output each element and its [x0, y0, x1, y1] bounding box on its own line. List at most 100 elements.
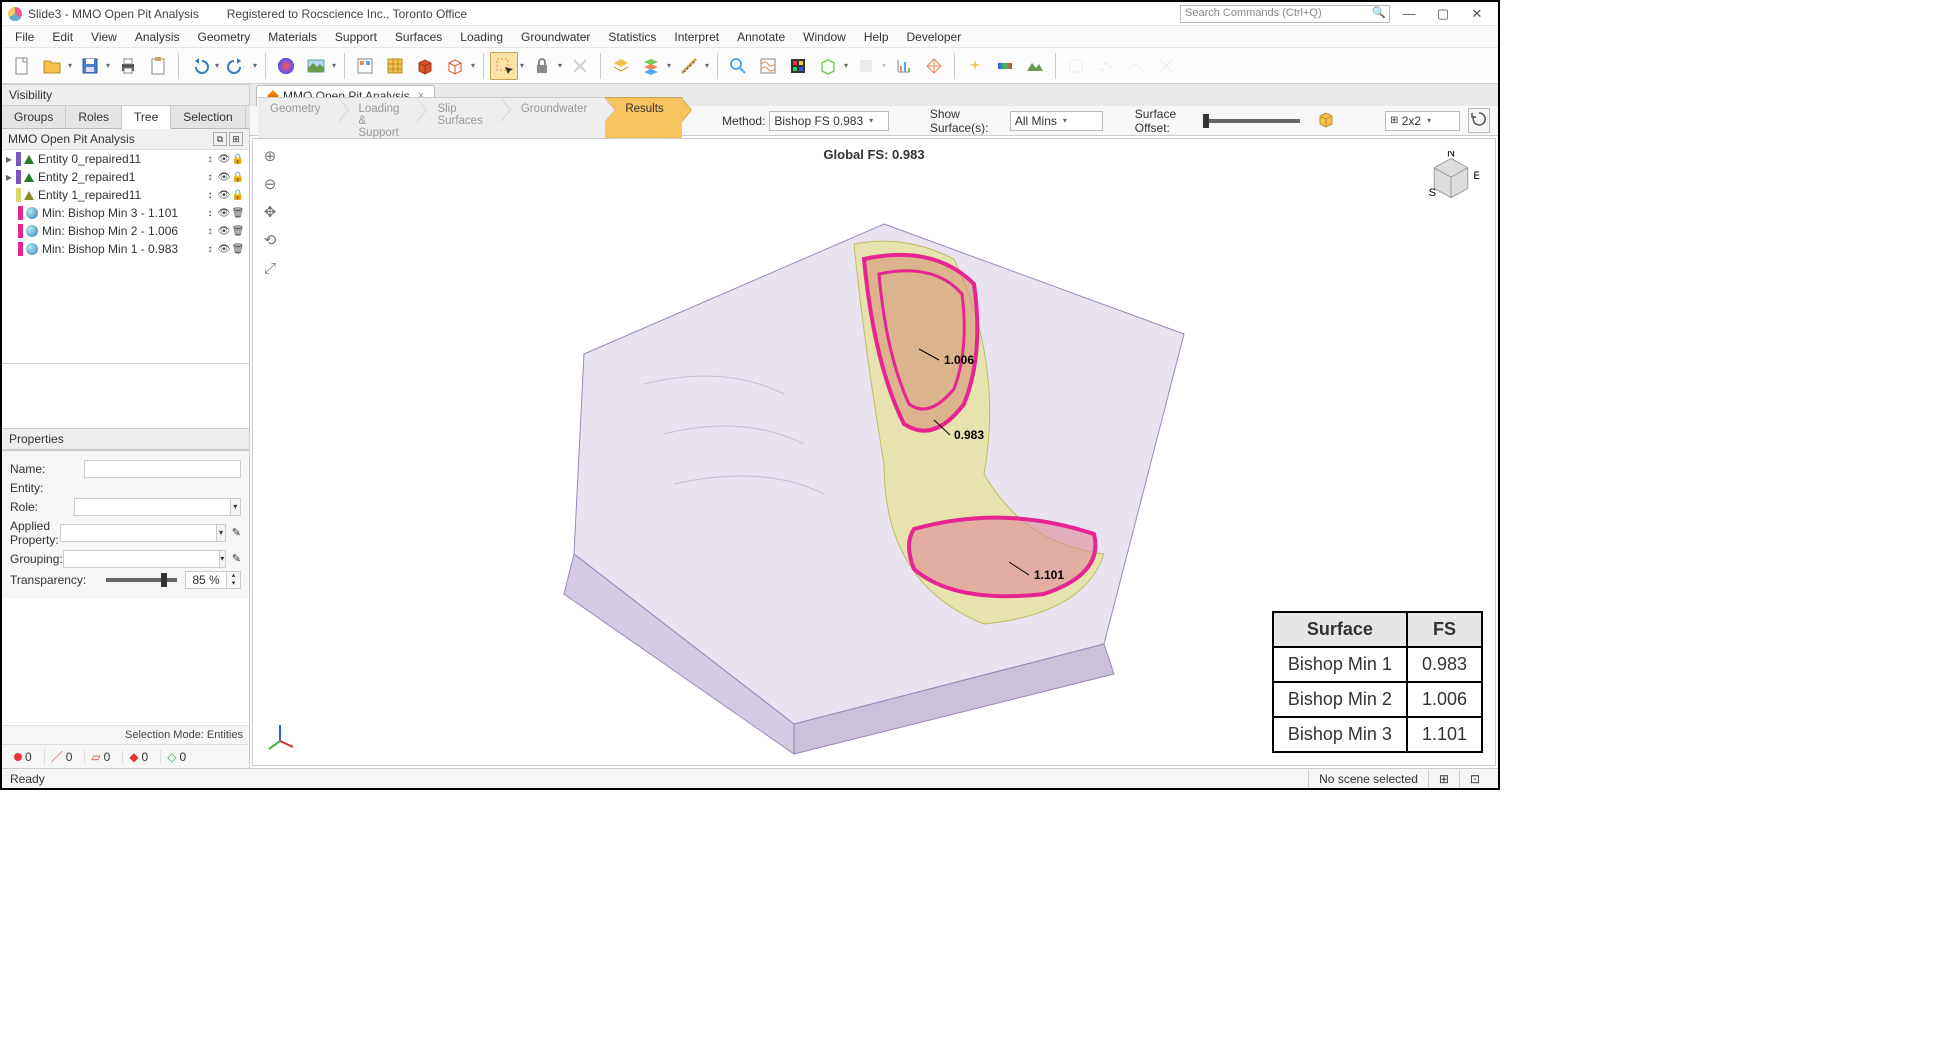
new-file-icon[interactable]: [8, 52, 36, 80]
redo-dropdown[interactable]: ▾: [251, 52, 259, 80]
method-dropdown[interactable]: Bishop FS 0.983▾: [769, 111, 889, 131]
view-mode-icon[interactable]: [302, 52, 330, 80]
delete-icon[interactable]: 🗑: [231, 208, 245, 219]
close-button[interactable]: ✕: [1462, 5, 1492, 23]
intersect-icon[interactable]: [920, 52, 948, 80]
tree-entity-2[interactable]: Entity 1_repaired11 ↕👁🔒: [2, 186, 249, 204]
search-surface-icon[interactable]: [724, 52, 752, 80]
edit-grouping-icon[interactable]: ✎: [232, 552, 241, 565]
transparency-value[interactable]: 85 %: [185, 571, 227, 589]
cube-outline-icon[interactable]: [814, 52, 842, 80]
chart-icon[interactable]: [890, 52, 918, 80]
stack-dropdown[interactable]: ▾: [665, 52, 673, 80]
redo-icon[interactable]: [223, 52, 251, 80]
fit-icon[interactable]: ⤢: [259, 257, 281, 279]
layout-dropdown[interactable]: ⊞ 2x2▾: [1385, 111, 1460, 131]
zoom-out-icon[interactable]: ⊖: [259, 173, 281, 195]
prop-name-input[interactable]: [84, 460, 241, 478]
menu-statistics[interactable]: Statistics: [599, 27, 665, 47]
select-tool-icon[interactable]: [490, 52, 518, 80]
view-cube-icon[interactable]: [1316, 109, 1336, 132]
3d-viewport[interactable]: ⊕ ⊖ ✥ ⟲ ⤢ Global FS: 0.983: [252, 138, 1496, 766]
stack-icon[interactable]: [637, 52, 665, 80]
heatmap-icon[interactable]: [784, 52, 812, 80]
menu-file[interactable]: File: [6, 27, 43, 47]
tree-min-3[interactable]: Min: Bishop Min 3 - 1.101 ↕👁🗑: [2, 204, 249, 222]
prop-applied-input[interactable]: [60, 524, 217, 542]
menu-loading[interactable]: Loading: [451, 27, 512, 47]
view-mode-dropdown[interactable]: ▾: [330, 52, 338, 80]
nav-cube[interactable]: N E S: [1423, 151, 1479, 207]
menu-geometry[interactable]: Geometry: [189, 27, 260, 47]
tree-entity-1[interactable]: ▸ Entity 2_repaired1 ↕👁🔒: [2, 168, 249, 186]
gradient-icon[interactable]: [991, 52, 1019, 80]
grouping-dropdown[interactable]: ▾: [220, 550, 226, 568]
measure-dropdown[interactable]: ▾: [703, 52, 711, 80]
refresh-icon[interactable]: [1468, 108, 1490, 133]
applied-dropdown[interactable]: ▾: [217, 524, 225, 542]
status-btn-1[interactable]: ⊞: [1428, 770, 1459, 788]
menu-interpret[interactable]: Interpret: [665, 27, 728, 47]
prop-role-input[interactable]: [74, 498, 231, 516]
transparency-spinner[interactable]: ▴▾: [227, 571, 241, 589]
rotate-icon[interactable]: ⟲: [259, 229, 281, 251]
layers-icon[interactable]: [607, 52, 635, 80]
edit-applied-icon[interactable]: ✎: [232, 526, 241, 539]
tab-selection[interactable]: Selection: [171, 106, 245, 128]
open-dropdown[interactable]: ▾: [66, 52, 74, 80]
menu-groundwater[interactable]: Groundwater: [512, 27, 599, 47]
tree-collapse-icon[interactable]: ⧉: [213, 132, 227, 146]
undo-icon[interactable]: [185, 52, 213, 80]
tab-groups[interactable]: Groups: [2, 106, 66, 128]
menu-annotate[interactable]: Annotate: [728, 27, 794, 47]
save-dropdown[interactable]: ▾: [104, 52, 112, 80]
save-icon[interactable]: [76, 52, 104, 80]
undo-dropdown[interactable]: ▾: [213, 52, 221, 80]
menu-materials[interactable]: Materials: [259, 27, 326, 47]
tree-expand-icon[interactable]: ⊞: [229, 132, 243, 146]
measure-icon[interactable]: [675, 52, 703, 80]
open-folder-icon[interactable]: [38, 52, 66, 80]
print-icon[interactable]: [114, 52, 142, 80]
menu-surfaces[interactable]: Surfaces: [386, 27, 451, 47]
wireframe-box-icon[interactable]: [441, 52, 469, 80]
move-up-icon[interactable]: ↕: [203, 154, 217, 165]
visible-icon[interactable]: 👁: [217, 154, 231, 165]
tab-tree[interactable]: Tree: [122, 106, 171, 129]
menu-developer[interactable]: Developer: [898, 27, 971, 47]
material-colors-icon[interactable]: [272, 52, 300, 80]
tree-min-2[interactable]: Min: Bishop Min 2 - 1.006 ↕👁🗑: [2, 222, 249, 240]
pan-icon[interactable]: ✥: [259, 201, 281, 223]
zoom-in-icon[interactable]: ⊕: [259, 145, 281, 167]
tab-roles[interactable]: Roles: [66, 106, 122, 128]
menu-support[interactable]: Support: [326, 27, 386, 47]
show-surfaces-dropdown[interactable]: All Mins▾: [1010, 111, 1103, 131]
tree-view[interactable]: ▸ Entity 0_repaired11 ↕ 👁 🔒 ▸ Entity 2_r…: [2, 150, 249, 364]
tree-entity-0[interactable]: ▸ Entity 0_repaired11 ↕ 👁 🔒: [2, 150, 249, 168]
lock-dropdown[interactable]: ▾: [556, 52, 564, 80]
search-commands-input[interactable]: Search Commands (Ctrl+Q): [1180, 5, 1390, 23]
surface-offset-slider[interactable]: [1203, 119, 1300, 123]
menu-analysis[interactable]: Analysis: [126, 27, 189, 47]
menu-view[interactable]: View: [82, 27, 126, 47]
role-dropdown[interactable]: ▾: [231, 498, 241, 516]
select-dropdown[interactable]: ▾: [518, 52, 526, 80]
terrain-icon[interactable]: [1021, 52, 1049, 80]
lock-icon[interactable]: 🔒: [231, 154, 245, 165]
cube-dropdown[interactable]: ▾: [842, 52, 850, 80]
project-settings-icon[interactable]: [351, 52, 379, 80]
clipboard-icon[interactable]: [144, 52, 172, 80]
lock-icon[interactable]: [528, 52, 556, 80]
transparency-slider[interactable]: [106, 578, 177, 582]
box-dropdown[interactable]: ▾: [469, 52, 477, 80]
maximize-button[interactable]: ▢: [1428, 5, 1458, 23]
status-btn-2[interactable]: ⊡: [1459, 770, 1490, 788]
tree-min-1[interactable]: Min: Bishop Min 1 - 0.983 ↕👁🗑: [2, 240, 249, 258]
menu-help[interactable]: Help: [855, 27, 898, 47]
prop-grouping-input[interactable]: [63, 550, 220, 568]
menu-window[interactable]: Window: [794, 27, 855, 47]
minimize-button[interactable]: —: [1394, 5, 1424, 23]
menu-edit[interactable]: Edit: [43, 27, 82, 47]
contour-icon[interactable]: [754, 52, 782, 80]
grid-settings-icon[interactable]: [381, 52, 409, 80]
